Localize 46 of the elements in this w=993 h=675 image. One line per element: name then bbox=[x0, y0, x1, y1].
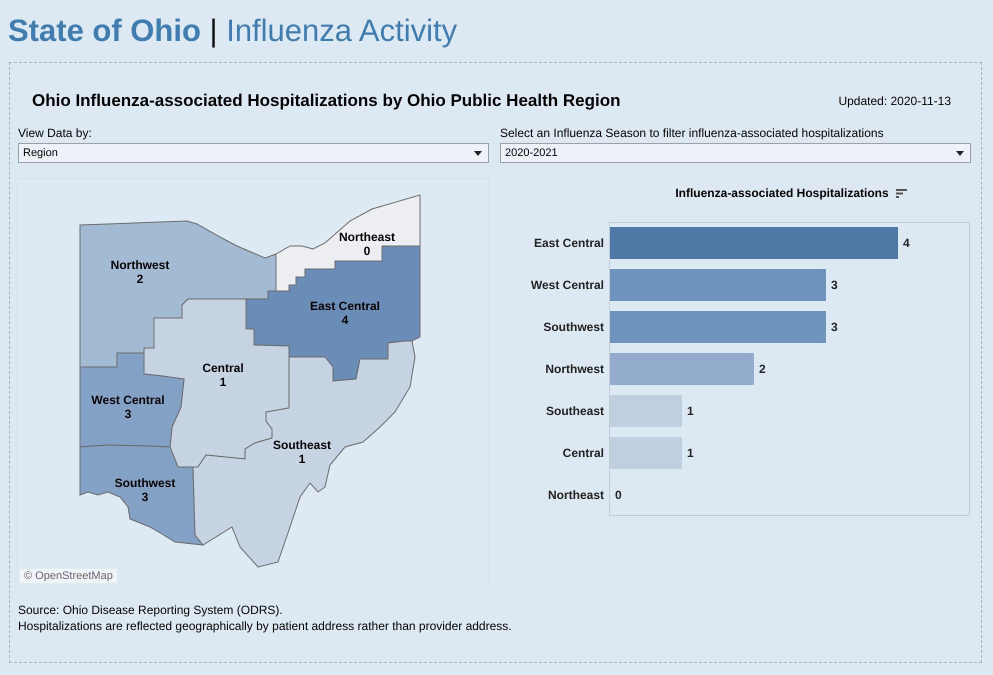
region-value: 1 bbox=[298, 452, 306, 466]
category-label: Southeast bbox=[546, 404, 604, 418]
region-value: 3 bbox=[124, 407, 132, 421]
value-label: 1 bbox=[687, 446, 694, 460]
filter-label: Select an Influenza Season to filter influenza-associated hospitalizations bbox=[500, 126, 885, 142]
chart-title: Influenza-associated Hospitalizations bbox=[675, 186, 889, 200]
region-shape[interactable] bbox=[80, 352, 185, 448]
region-value: 4 bbox=[342, 313, 348, 327]
region-value: 2 bbox=[136, 272, 144, 286]
footnote: Source: Ohio Disease Reporting System (ODRS). bbox=[18, 602, 284, 618]
filter-label: View Data by: bbox=[18, 126, 93, 142]
category-label: Northeast bbox=[548, 488, 604, 502]
region-name: Northwest bbox=[110, 258, 170, 272]
category-label: Northwest bbox=[545, 362, 604, 376]
footnote: Hospitalizations are reflected geographically by patient address rather than provider address. bbox=[18, 618, 513, 634]
season-dropdown[interactable]: Region bbox=[18, 143, 489, 163]
region-name: East Central bbox=[310, 299, 380, 313]
value-label: 3 bbox=[831, 278, 838, 292]
category-label: Central bbox=[562, 446, 604, 460]
season-dropdown[interactable]: 2020-2021 bbox=[500, 143, 971, 163]
title-separator: | bbox=[210, 13, 218, 48]
caret-icon bbox=[956, 150, 964, 156]
region-name: Southwest bbox=[114, 476, 176, 490]
region-value: 0 bbox=[364, 244, 370, 258]
dashboard-title: Ohio Influenza-associated Hospitalizations by Ohio Public Health Region bbox=[32, 90, 620, 110]
page-subtitle: Influenza Activity bbox=[226, 13, 458, 48]
region-value: 3 bbox=[142, 490, 148, 504]
region-name: Southeast bbox=[273, 438, 331, 452]
value-label: 2 bbox=[759, 362, 766, 376]
value-label: 1 bbox=[687, 404, 694, 418]
caret-icon bbox=[474, 150, 482, 156]
category-label: West Central bbox=[530, 278, 604, 292]
map-attribution: © OpenStreetMap bbox=[20, 569, 117, 583]
region-value: 1 bbox=[220, 375, 226, 389]
region-name: Northeast bbox=[339, 230, 395, 244]
region-shape[interactable] bbox=[80, 444, 204, 546]
region-name: West Central bbox=[91, 393, 165, 407]
region-name: Central bbox=[202, 361, 244, 375]
value-label: 0 bbox=[615, 488, 622, 502]
sort-icon[interactable] bbox=[896, 188, 907, 198]
value-label: 3 bbox=[831, 320, 838, 334]
page-title: State of Ohio bbox=[8, 13, 201, 48]
updated-date: Updated: 2020-11-13 bbox=[838, 94, 951, 108]
value-label: 4 bbox=[903, 236, 910, 250]
category-label: Southwest bbox=[543, 320, 604, 334]
category-label: East Central bbox=[534, 236, 604, 250]
